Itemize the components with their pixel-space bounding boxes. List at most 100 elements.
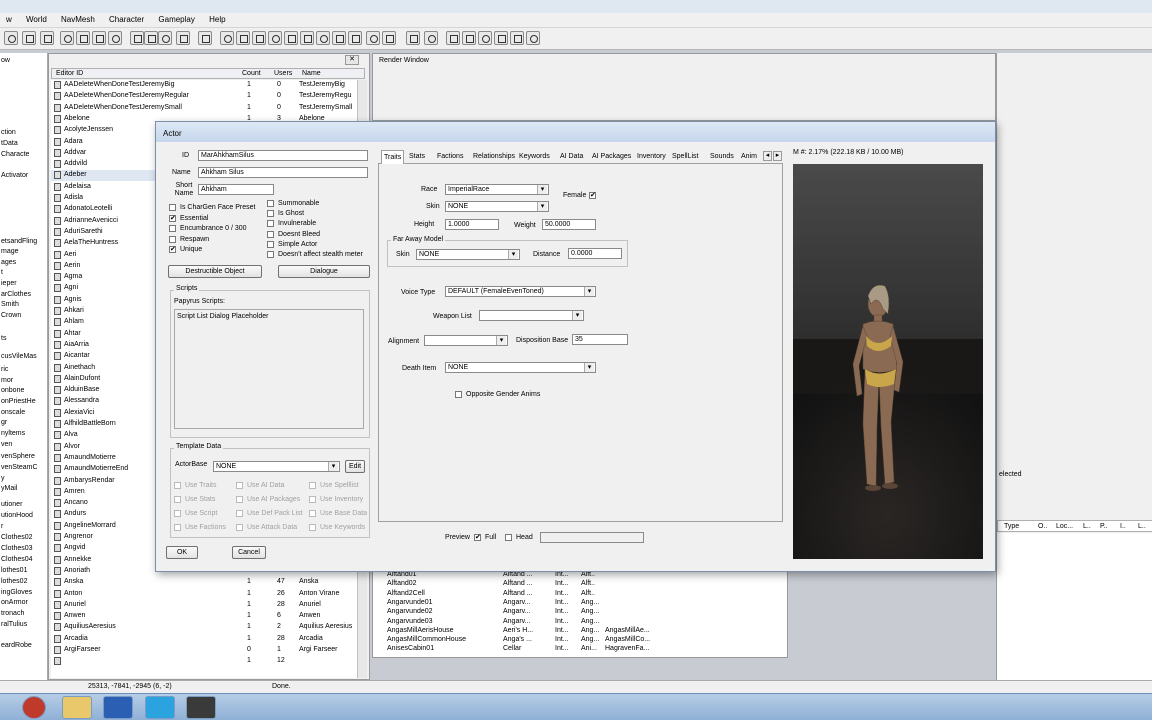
- menu-item-character[interactable]: Character: [103, 13, 150, 24]
- column-type[interactable]: Type: [1004, 523, 1019, 530]
- flag-checkbox[interactable]: [169, 204, 176, 211]
- cell-view-item[interactable]: yMail: [1, 485, 17, 492]
- cell-view-item[interactable]: lothes01: [1, 567, 27, 574]
- dialogue-button[interactable]: Dialogue: [278, 265, 370, 278]
- race-select[interactable]: ImperialRace: [445, 184, 549, 195]
- template-flag-checkbox[interactable]: [174, 496, 181, 503]
- toolbar-button-icon[interactable]: [268, 31, 282, 45]
- cell-view-item[interactable]: onscale: [1, 409, 25, 416]
- cell-reference-list[interactable]: [997, 533, 1152, 680]
- toolbar-button-icon[interactable]: [4, 31, 18, 45]
- cell-view-item[interactable]: mage: [1, 248, 19, 255]
- cell-view-item[interactable]: eardRobe: [1, 642, 32, 649]
- distance-field[interactable]: 0.0000: [568, 248, 622, 259]
- toolbar-button-icon[interactable]: [252, 31, 266, 45]
- opposite-gender-checkbox[interactable]: [455, 391, 462, 398]
- cell-view-item[interactable]: Clothes03: [1, 545, 33, 552]
- list-item[interactable]: Angarvunde03 Angarv... Int... Ang...: [373, 618, 787, 627]
- flag-checkbox[interactable]: [267, 251, 274, 258]
- table-row[interactable]: Anwen 1 6 Anwen: [51, 611, 357, 622]
- toolbar-button-icon[interactable]: [478, 31, 492, 45]
- tab-traits[interactable]: Traits: [381, 150, 405, 164]
- cell-view-item[interactable]: utionHood: [1, 512, 33, 519]
- cell-view-item[interactable]: Clothes02: [1, 534, 33, 541]
- menu-item-help[interactable]: Help: [203, 13, 231, 24]
- word-icon[interactable]: [103, 696, 133, 719]
- cell-view-item[interactable]: onbone: [1, 387, 24, 394]
- cell-view-item[interactable]: gr: [1, 419, 7, 426]
- column-i[interactable]: I..: [1120, 523, 1126, 530]
- toolbar-button-icon[interactable]: [300, 31, 314, 45]
- cell-view-item[interactable]: Activator: [1, 172, 28, 179]
- tab-scroll-right-button[interactable]: ▸: [773, 151, 782, 161]
- cell-view-item[interactable]: mor: [1, 377, 13, 384]
- list-item[interactable]: Angarvunde01 Angarv... Int... Ang...: [373, 599, 787, 608]
- tab-anim[interactable]: Anim: [739, 150, 759, 164]
- id-field[interactable]: MarAhkhamSilus: [198, 150, 368, 161]
- table-row[interactable]: ArgiFarseer 0 1 Argi Farseer: [51, 645, 357, 656]
- cell-view-item[interactable]: ingGloves: [1, 589, 32, 596]
- menu-item-navmesh[interactable]: NavMesh: [55, 13, 101, 24]
- name-field[interactable]: Ahkham Silus: [198, 167, 368, 178]
- column-l[interactable]: L..: [1083, 523, 1091, 530]
- flag-checkbox[interactable]: [169, 225, 176, 232]
- toolbar-button-icon[interactable]: [348, 31, 362, 45]
- toolbar-button-icon[interactable]: [198, 31, 212, 45]
- column-name[interactable]: Name: [302, 70, 321, 77]
- column-users[interactable]: Users: [274, 70, 292, 77]
- template-flag-checkbox[interactable]: [309, 510, 316, 517]
- toolbar-button-icon[interactable]: [382, 31, 396, 45]
- folder-icon[interactable]: [62, 696, 92, 719]
- cell-view-item[interactable]: etsandFling: [1, 238, 37, 245]
- toolbar-button-icon[interactable]: [40, 31, 54, 45]
- template-flag-checkbox[interactable]: [236, 496, 243, 503]
- script-list-placeholder[interactable]: Script List Dialog Placeholder: [174, 309, 364, 429]
- cell-view-item[interactable]: nyltems: [1, 430, 25, 437]
- creation-kit-icon[interactable]: [186, 696, 216, 719]
- menu-item-gameplay[interactable]: Gameplay: [152, 13, 200, 24]
- object-window-close-button[interactable]: ✕: [345, 55, 359, 65]
- list-item[interactable]: Angarvunde02 Angarv... Int... Ang...: [373, 608, 787, 617]
- skype-icon[interactable]: [145, 696, 175, 719]
- toolbar-button-icon[interactable]: [462, 31, 476, 45]
- ok-button[interactable]: OK: [166, 546, 198, 559]
- column-l2[interactable]: L..: [1138, 523, 1146, 530]
- template-flag-checkbox[interactable]: [174, 482, 181, 489]
- skin-select[interactable]: NONE: [445, 201, 549, 212]
- template-flag-checkbox[interactable]: [174, 524, 181, 531]
- toolbar-button-icon[interactable]: [60, 31, 74, 45]
- app-icon-red[interactable]: [22, 696, 46, 719]
- female-checkbox[interactable]: ✔: [589, 192, 596, 199]
- column-o[interactable]: O..: [1038, 523, 1047, 530]
- toolbar-button-icon[interactable]: [176, 31, 190, 45]
- cell-view-item[interactable]: utioner: [1, 501, 22, 508]
- tab-stats[interactable]: Stats: [407, 150, 427, 164]
- weight-field[interactable]: 50.0000: [542, 219, 596, 230]
- template-flag-checkbox[interactable]: [309, 482, 316, 489]
- list-item[interactable]: AngasMillCommonHouse Anga's ... Int... Ang.…: [373, 636, 787, 645]
- height-field[interactable]: 1.0000: [445, 219, 499, 230]
- toolbar-button-icon[interactable]: [144, 31, 158, 45]
- toolbar-button-icon[interactable]: [366, 31, 380, 45]
- column-count[interactable]: Count: [242, 70, 261, 77]
- toolbar-button-icon[interactable]: [220, 31, 234, 45]
- toolbar-button-icon[interactable]: [510, 31, 524, 45]
- flag-checkbox[interactable]: ✔: [169, 214, 176, 222]
- template-flag-checkbox[interactable]: [309, 524, 316, 531]
- column-loc[interactable]: Loc...: [1056, 523, 1073, 530]
- cell-view-item[interactable]: lothes02: [1, 578, 27, 585]
- cell-view-item[interactable]: venSphere: [1, 453, 35, 460]
- tab-scroll-left-button[interactable]: ◂: [763, 151, 772, 161]
- toolbar-button-icon[interactable]: [406, 31, 420, 45]
- tab-sounds[interactable]: Sounds: [708, 150, 736, 164]
- cell-view-item[interactable]: ieper: [1, 280, 17, 287]
- table-row[interactable]: 1 12: [51, 656, 357, 667]
- head-checkbox[interactable]: [505, 534, 512, 541]
- toolbar-button-icon[interactable]: [284, 31, 298, 45]
- actorbase-edit-button[interactable]: Edit: [345, 460, 365, 473]
- flag-checkbox[interactable]: [267, 240, 274, 248]
- cell-view-item[interactable]: Characte: [1, 151, 29, 158]
- tab-keywords[interactable]: Keywords: [517, 150, 552, 164]
- toolbar-button-icon[interactable]: [446, 31, 460, 45]
- tab-inventory[interactable]: Inventory: [635, 150, 668, 164]
